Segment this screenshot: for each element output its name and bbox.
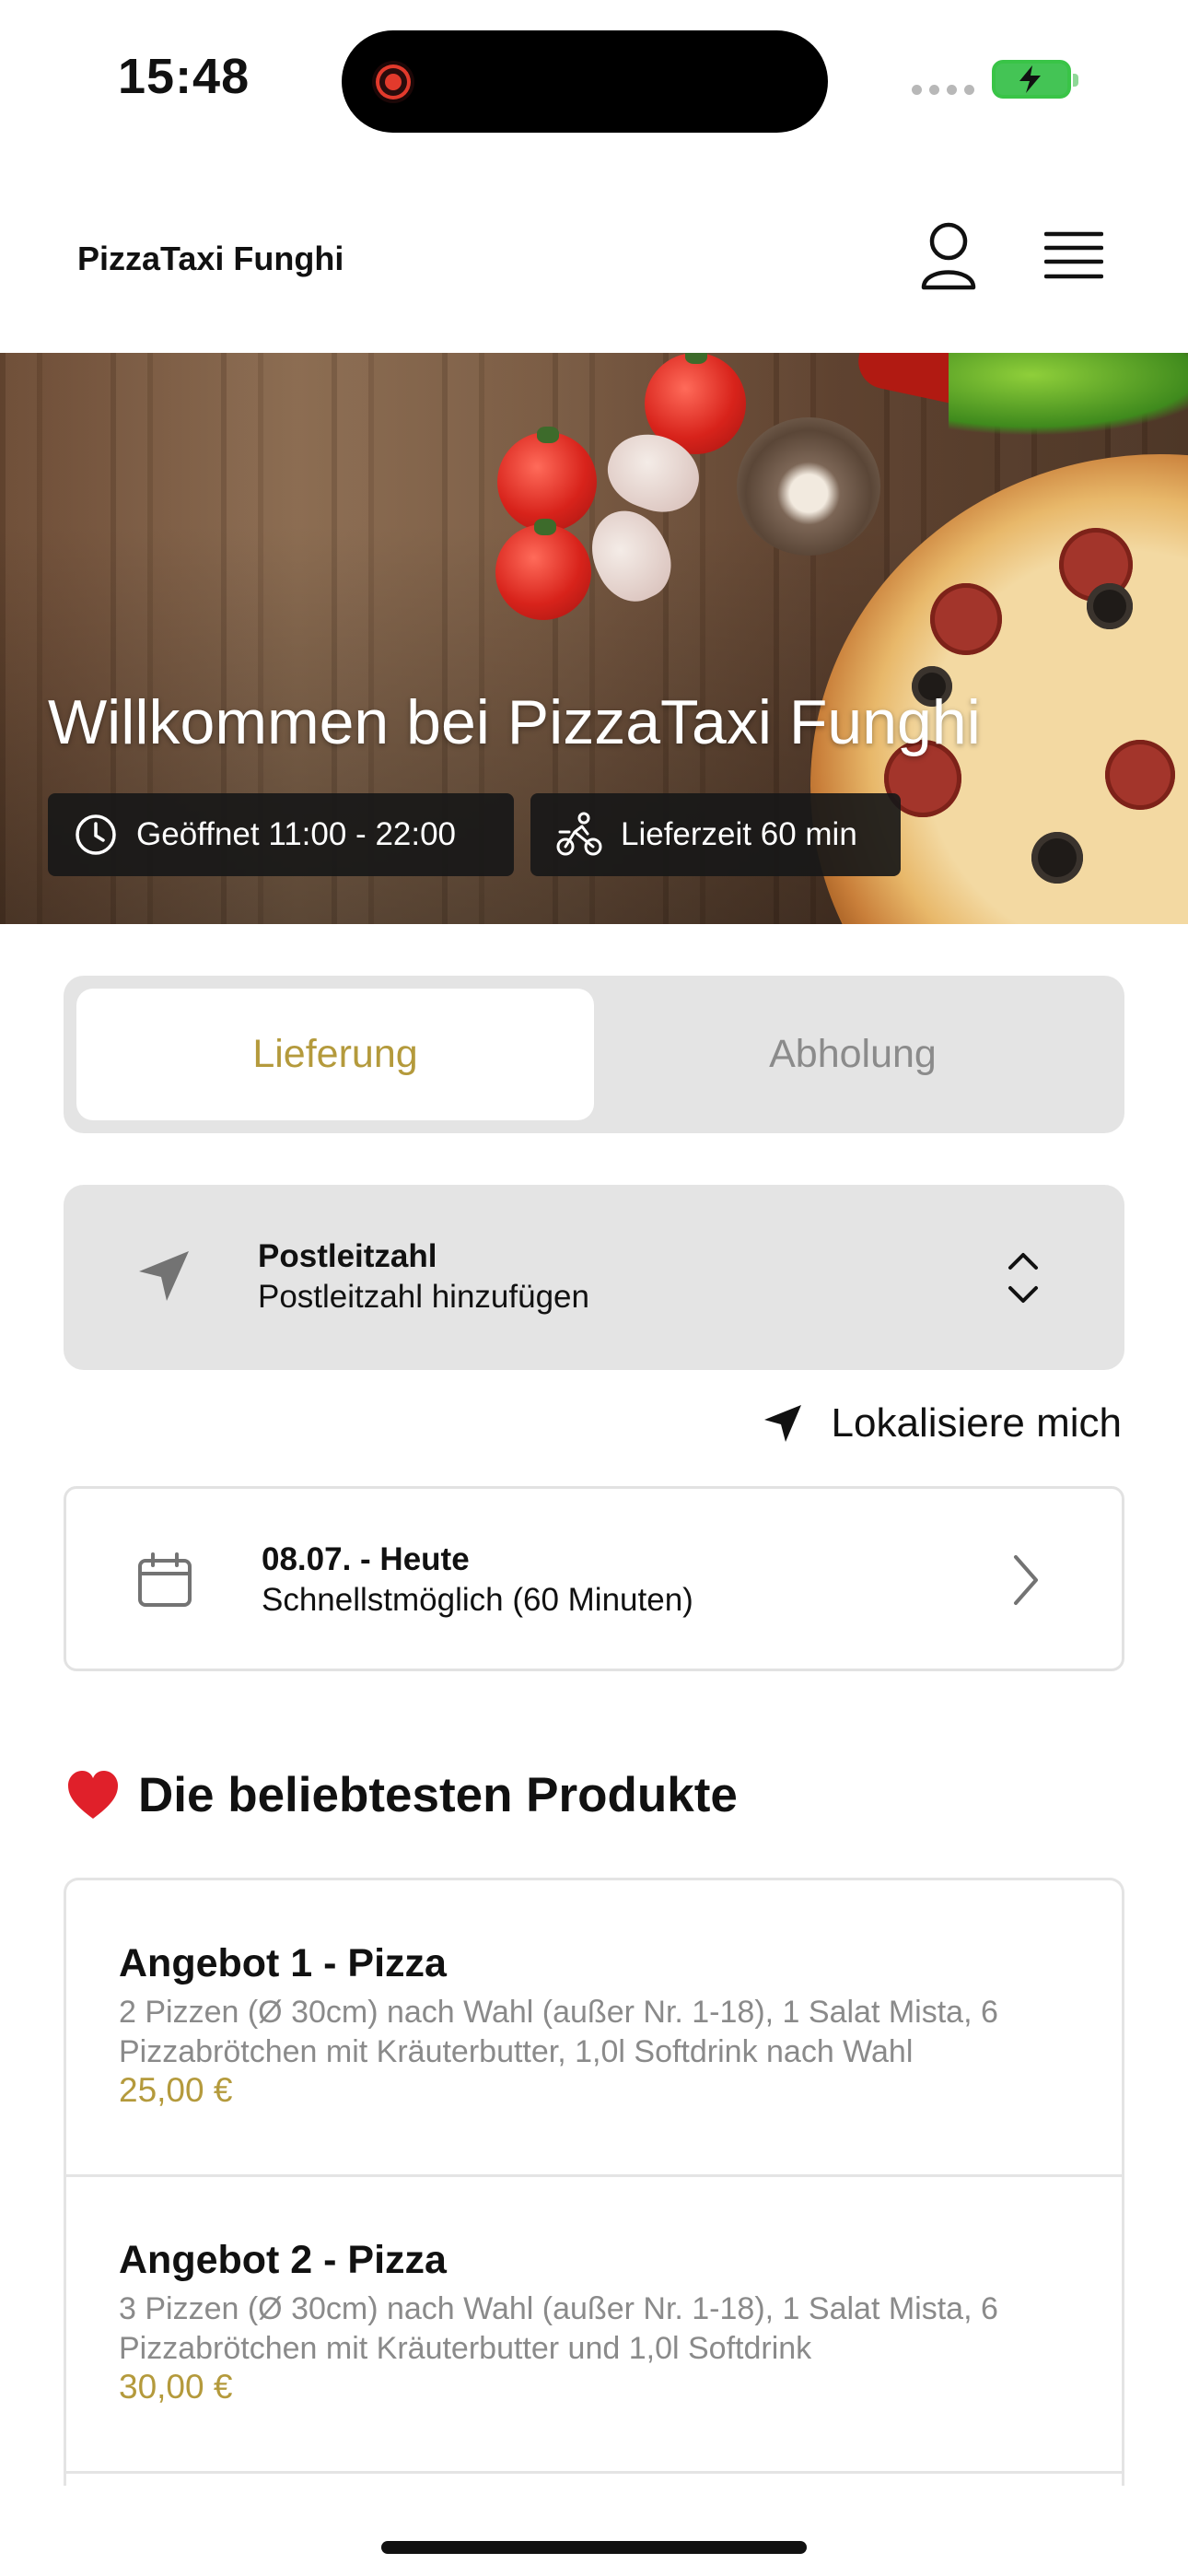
product-description: 2 Pizzen (Ø 30cm) nach Wahl (außer Nr. 1… xyxy=(119,1995,998,2069)
garlic-image xyxy=(577,498,684,614)
delivery-time-chip: Lieferzeit 60 min xyxy=(530,793,901,876)
signal-icon xyxy=(912,85,974,95)
tab-delivery[interactable]: Lieferung xyxy=(76,989,594,1120)
bike-courier-icon xyxy=(556,812,602,856)
tomato-image xyxy=(497,427,597,532)
home-indicator[interactable] xyxy=(381,2541,807,2554)
mushroom-image xyxy=(737,417,880,556)
product-name: Angebot 2 - Pizza xyxy=(119,2238,447,2282)
chevron-up-down-icon xyxy=(1008,1253,1038,1303)
salami-image xyxy=(930,583,1002,655)
delivery-date-subtitle: Schnellstmöglich (60 Minuten) xyxy=(262,1582,693,1618)
heart-icon xyxy=(68,1770,118,1819)
delivery-date-title: 08.07. - Heute xyxy=(262,1541,470,1577)
menu-icon[interactable] xyxy=(1044,230,1103,282)
basil-image xyxy=(949,353,1188,436)
olive-image xyxy=(1087,583,1133,629)
product-price: 25,00 € xyxy=(119,2071,233,2109)
locate-me-button[interactable]: Lokalisiere mich xyxy=(762,1400,1122,1446)
location-arrow-icon xyxy=(139,1251,189,1301)
location-arrow-icon xyxy=(763,1405,801,1442)
recording-indicator-icon xyxy=(372,61,414,103)
opening-hours-chip: Geöffnet 11:00 - 22:00 xyxy=(48,793,514,876)
order-type-toggle: Lieferung Abholung xyxy=(64,976,1124,1133)
product-description: 3 Pizzen (Ø 30cm) nach Wahl (außer Nr. 1… xyxy=(119,2291,998,2366)
user-icon[interactable] xyxy=(919,221,978,291)
postcode-select[interactable]: Postleitzahl Postleitzahl hinzufügen xyxy=(64,1185,1124,1370)
postcode-placeholder: Postleitzahl hinzufügen xyxy=(258,1279,589,1315)
section-title-text: Die beliebtesten Produkte xyxy=(138,1768,738,1822)
delivery-date-picker[interactable]: 08.07. - Heute Schnellstmöglich (60 Minu… xyxy=(64,1486,1124,1671)
hero-title: Willkommen bei PizzaTaxi Funghi xyxy=(48,687,981,757)
tomato-image xyxy=(495,519,591,620)
product-item[interactable]: Angebot 2 - Pizza 3 Pizzen (Ø 30cm) nach… xyxy=(66,2177,1122,2474)
postcode-label: Postleitzahl xyxy=(258,1238,437,1274)
product-item[interactable]: Angebot 1 - Pizza 2 Pizzen (Ø 30cm) nach… xyxy=(66,1880,1122,2177)
clock-icon xyxy=(76,814,116,855)
calendar-icon xyxy=(138,1552,192,1607)
olive-image xyxy=(1031,832,1083,884)
dynamic-island xyxy=(342,30,828,133)
section-title: Die beliebtesten Produkte xyxy=(66,1767,738,1823)
locate-me-label: Lokalisiere mich xyxy=(831,1400,1122,1446)
battery-charging-icon xyxy=(992,60,1078,99)
brand-name[interactable]: PizzaTaxi Funghi xyxy=(77,240,344,278)
product-price: 30,00 € xyxy=(119,2368,233,2406)
product-name: Angebot 1 - Pizza xyxy=(119,1941,447,1985)
tab-pickup[interactable]: Abholung xyxy=(594,989,1112,1120)
status-time: 15:48 xyxy=(118,49,250,104)
salami-image xyxy=(1105,740,1175,810)
product-list: Angebot 1 - Pizza 2 Pizzen (Ø 30cm) nach… xyxy=(64,1878,1124,2486)
hero-banner: Willkommen bei PizzaTaxi Funghi Geöffnet… xyxy=(0,353,1188,924)
opening-hours-text: Geöffnet 11:00 - 22:00 xyxy=(136,816,457,852)
chevron-right-icon xyxy=(1014,1555,1038,1605)
delivery-time-text: Lieferzeit 60 min xyxy=(621,816,857,852)
